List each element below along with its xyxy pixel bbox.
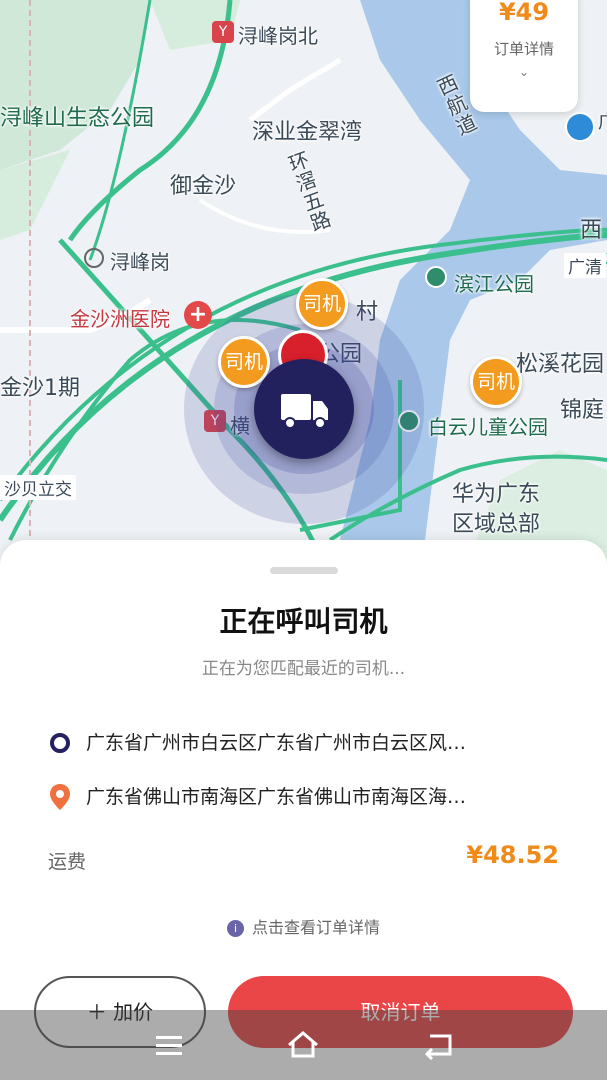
map-label-jincuiwan: 深业金翠湾: [252, 120, 363, 145]
park-icon: [425, 266, 447, 288]
origin-address-row: 广东省广州市白云区广东省广州市白云区风…: [48, 726, 568, 760]
info-icon: i: [226, 920, 244, 937]
system-nav-bar: [0, 1010, 607, 1080]
map-view[interactable]: Y 浔峰岗北 浔峰山生态公园 深业金翠湾 御金沙 环 滘 五 路 西 航 道 浔…: [0, 0, 607, 580]
origin-address: 广东省广州市白云区广东省广州市白云区风…: [86, 732, 467, 754]
back-icon[interactable]: [422, 1030, 456, 1060]
drag-handle[interactable]: [270, 567, 338, 574]
hospital-icon: +: [184, 301, 212, 329]
location-marker-icon: [565, 112, 595, 142]
metro-icon: Y: [212, 21, 234, 43]
origin-dot-icon: [50, 733, 70, 753]
map-label-baiyun-children-park: 白云儿童公园: [428, 415, 548, 439]
driver-marker[interactable]: 司机: [470, 356, 522, 408]
view-order-details-link[interactable]: i 点击查看订单详情: [0, 914, 607, 938]
view-order-details-label: 点击查看订单详情: [251, 918, 380, 937]
bottom-sheet: 正在呼叫司机 正在为您匹配最近的司机... 广东省广州市白云区广东省广州市白云区…: [0, 540, 607, 1080]
map-label-guangqing: 广清: [564, 253, 606, 278]
map-label-songxi: 松溪花园: [516, 352, 605, 377]
truck-icon: [281, 394, 328, 429]
map-label-yujinsha: 御金沙: [170, 174, 237, 199]
chevron-down-icon: ⌄: [518, 65, 530, 79]
map-label-shabei: 沙贝立交: [0, 475, 76, 500]
map-label-xi: 西: [580, 218, 603, 243]
truck-marker: [254, 359, 354, 459]
status-subtitle: 正在为您匹配最近的司机...: [201, 659, 406, 679]
order-price: ¥49: [498, 0, 550, 26]
map-label-jinting: 锦庭: [560, 398, 605, 423]
driver-marker[interactable]: 司机: [296, 278, 348, 330]
destination-address: 广东省佛山市南海区广东省佛山市南海区海…: [86, 786, 467, 808]
destination-address-row: 广东省佛山市南海区广东省佛山市南海区海…: [48, 780, 568, 814]
map-label-xunfenggang-north: 浔峰岗北: [238, 24, 318, 48]
fee-label: 运费: [48, 851, 87, 873]
map-label-binjiang-park: 滨江公园: [454, 272, 534, 296]
map-label-xunfenggang: 浔峰岗: [110, 250, 170, 274]
map-label-jinsha-phase1: 金沙1期: [0, 376, 80, 401]
map-label-xunfeng-park: 浔峰山生态公园: [0, 106, 155, 131]
map-label-guang: 广: [598, 108, 607, 134]
interchange-icon: [84, 248, 104, 268]
page-title: 正在呼叫司机: [219, 605, 388, 638]
order-details-label: 订单详情: [493, 40, 554, 58]
location-pin-icon: [50, 784, 70, 810]
order-price-card[interactable]: ¥49 订单详情 ⌄: [470, 0, 578, 112]
map-label-huawei: 华为广东 区域总部: [452, 482, 541, 537]
fee-value: ¥48.52: [466, 841, 559, 869]
home-icon[interactable]: [286, 1030, 320, 1060]
menu-icon[interactable]: [152, 1030, 186, 1060]
map-label-jinshazhou-hospital: 金沙洲医院: [70, 307, 170, 331]
